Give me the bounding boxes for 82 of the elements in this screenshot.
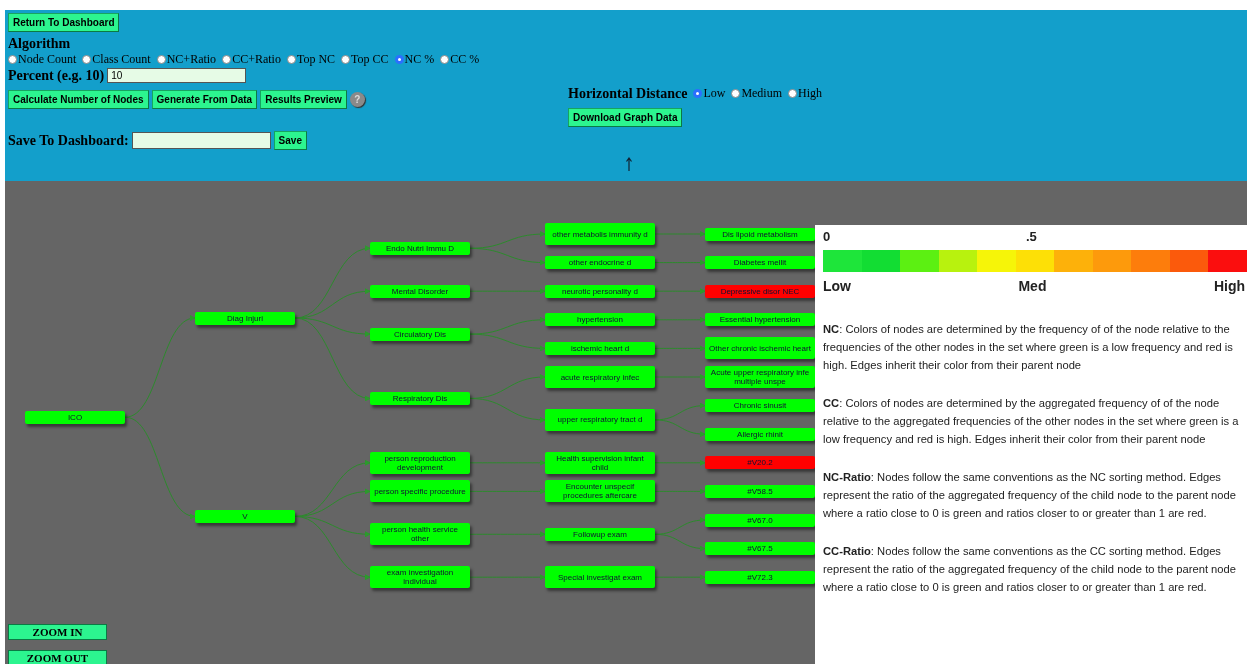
save-button[interactable]: Save — [273, 131, 307, 150]
tree-node[interactable]: person health service other — [370, 523, 470, 546]
algorithm-radio[interactable]: NC+Ratio — [156, 52, 217, 67]
scale-label: Low — [823, 278, 851, 294]
tree-node[interactable]: Encounter unspecif procedures aftercare — [545, 480, 655, 503]
percent-label: Percent (e.g. 10) — [8, 67, 105, 84]
action-button[interactable]: Generate From Data — [151, 90, 258, 109]
scale-label: High — [1213, 278, 1245, 294]
tree-node[interactable]: #V20.2 — [705, 456, 815, 470]
tree-node[interactable]: Diabetes mellit — [705, 256, 815, 270]
tree-node[interactable]: Allergic rhinit — [705, 427, 815, 441]
save-label: Save To Dashboard: — [8, 132, 129, 149]
tree-node[interactable]: #V67.5 — [705, 542, 815, 556]
edge-arrow — [654, 402, 706, 421]
edge-arrow — [654, 459, 706, 466]
tree-node[interactable]: exam investigation individual — [370, 566, 470, 589]
tree-node[interactable]: Circulatory Dis — [370, 327, 470, 341]
algorithm-radio[interactable]: CC % — [440, 52, 480, 67]
tree-node[interactable]: upper respiratory tract d — [545, 408, 655, 431]
distance-label: Horizontal Distance — [568, 85, 688, 102]
up-arrow-icon — [626, 157, 632, 171]
tree-node[interactable]: person reproduction development — [370, 451, 470, 474]
legend-description: NC-Ratio: Nodes follow the same conventions as the NC sorting method. Edges represent the ratio of the aggregated frequency of the child node to the parent node where a ratio close to 0 is green and ratios closer to or greater than 1 are red. — [823, 470, 1237, 521]
edge-arrow — [654, 316, 706, 323]
algorithm-radio[interactable]: CC+Ratio — [222, 52, 281, 67]
edge-arrow — [654, 574, 706, 581]
tree-node[interactable]: Acute upper respiratory infe multiple unspe — [705, 366, 815, 388]
save-name-input[interactable] — [131, 132, 271, 149]
algorithm-radio[interactable]: Class Count — [82, 52, 151, 67]
tree-node[interactable]: Other chronic ischemic heart — [705, 337, 815, 360]
distance-radio[interactable]: Low — [693, 86, 726, 101]
return-dashboard-button[interactable]: Return To Dashboard — [8, 13, 120, 32]
tree-node[interactable]: other endocrine d — [545, 256, 655, 270]
edge-arrow — [654, 419, 706, 437]
scale-tick: .5 — [1026, 229, 1037, 244]
tree-node[interactable]: other metabolis immunity d — [545, 223, 655, 245]
edge-arrow — [654, 533, 706, 552]
algorithm-radio[interactable]: Node Count — [8, 52, 77, 67]
tree-node[interactable]: acute respiratory infec — [545, 366, 655, 388]
tree-node[interactable]: Depressive disor NEC — [705, 284, 815, 298]
tree-node[interactable]: #V72.3 — [705, 570, 815, 584]
tree-node[interactable]: Health supervision infant child — [545, 451, 655, 474]
edge-arrow — [654, 374, 706, 380]
tree-node[interactable]: Chronic sinusit — [705, 399, 815, 413]
zoom-out-button[interactable]: ZOOM OUT — [8, 650, 107, 664]
edge-arrow — [654, 259, 706, 266]
scale-tick: 0 — [823, 229, 832, 244]
legend-description: NC: Colors of nodes are determined by the frequency of of the node relative to the frequencies of the other nodes in the set where green is a low frequency and red is high. Edges inherit their color from their parent node — [823, 322, 1234, 373]
tree-node[interactable]: ICO — [25, 410, 125, 424]
tree-node[interactable]: #V67.0 — [705, 513, 815, 527]
scale-label: Med — [1018, 278, 1047, 294]
edge-arrow — [654, 488, 706, 495]
algorithm-radio[interactable]: Top CC — [341, 52, 389, 67]
tree-node[interactable]: Dis lipoid metabolism — [705, 227, 815, 241]
algorithm-radio[interactable]: Top NC — [286, 52, 336, 67]
action-button[interactable]: Calculate Number of Nodes — [8, 90, 149, 109]
action-button[interactable]: Results Preview — [260, 90, 347, 109]
tree-node[interactable]: Essential hypertension — [705, 313, 815, 327]
distance-radio[interactable]: Medium — [731, 86, 783, 101]
tree-node[interactable]: Respiratory Dis — [370, 391, 470, 405]
zoom-in-button[interactable]: ZOOM IN — [8, 624, 107, 640]
tree-node[interactable]: neurotic personality d — [545, 284, 655, 298]
edge-arrow — [654, 288, 706, 295]
distance-radio[interactable]: High — [788, 86, 823, 101]
tree-node[interactable]: #V58.5 — [705, 484, 815, 498]
tree-node[interactable]: ischemic heart d — [545, 341, 655, 355]
edge-arrow — [654, 231, 706, 237]
download-button[interactable]: Download Graph Data — [568, 108, 683, 127]
algorithm-label: Algorithm — [8, 35, 71, 52]
tree-node[interactable]: person specific procedure — [370, 480, 470, 503]
legend-description: CC-Ratio: Nodes follow the same conventions as the CC sorting method. Edges represent the ratio of the aggregated frequency of the child node to the parent node where a ratio close to 0 is green and ratios closer to or greater than 1 are red. — [823, 544, 1237, 595]
tree-node[interactable]: Diag Injuri — [195, 311, 295, 325]
edge-arrow — [654, 345, 706, 352]
tree-node[interactable]: V — [195, 509, 295, 523]
tree-node[interactable]: Followup exam — [545, 527, 655, 541]
legend-description: CC: Colors of nodes are determined by the aggregated frequency of of the node relative to the aggregated frequencies of the other nodes in the set where green is a low frequency and red is high. Edges inherit their color from their parent node — [823, 396, 1240, 447]
algorithm-radio[interactable]: NC % — [394, 52, 435, 67]
tree-node[interactable]: Special investigat exam — [545, 566, 655, 589]
percent-input[interactable]: 10 — [107, 68, 247, 83]
tree-node[interactable]: Endo Nutri Immu D — [370, 241, 470, 255]
tree-node[interactable]: hypertension — [545, 313, 655, 327]
tree-node[interactable]: Mental Disorder — [370, 284, 470, 298]
